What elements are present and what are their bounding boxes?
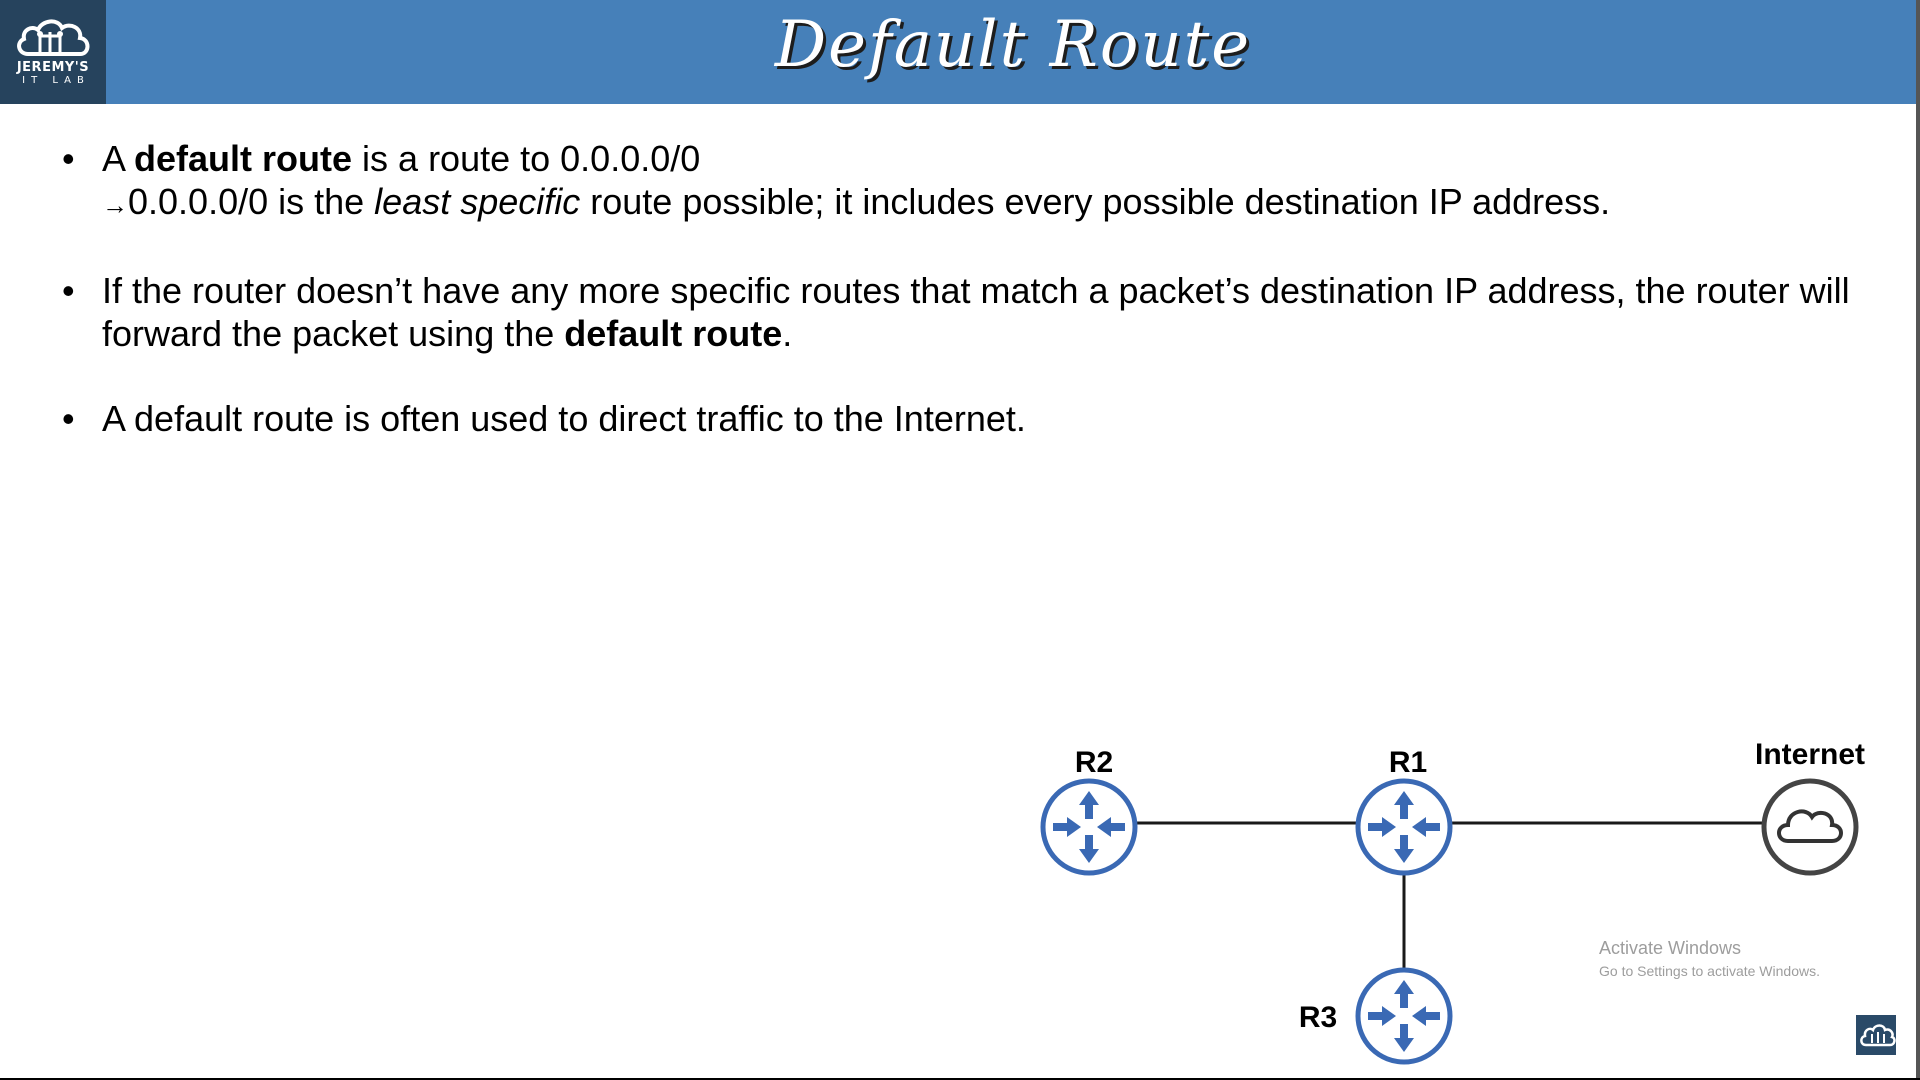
router-r3-label: R3 (1299, 1001, 1337, 1034)
corner-logo-icon (1856, 1015, 1896, 1055)
router-r1-icon (1358, 781, 1450, 873)
router-r2-icon (1043, 781, 1135, 873)
internet-cloud-icon (1761, 778, 1859, 876)
router-r3-icon (1358, 970, 1450, 1062)
router-r1-label: R1 (1389, 746, 1427, 779)
router-r2-label: R2 (1075, 746, 1113, 779)
activate-windows-subtitle: Go to Settings to activate Windows. (1599, 963, 1820, 979)
right-edge-border (1916, 0, 1920, 1080)
activate-windows-title: Activate Windows (1599, 938, 1742, 958)
network-diagram: R2 R1 Internet R3 (0, 738, 1865, 1080)
internet-label: Internet (1755, 738, 1865, 771)
